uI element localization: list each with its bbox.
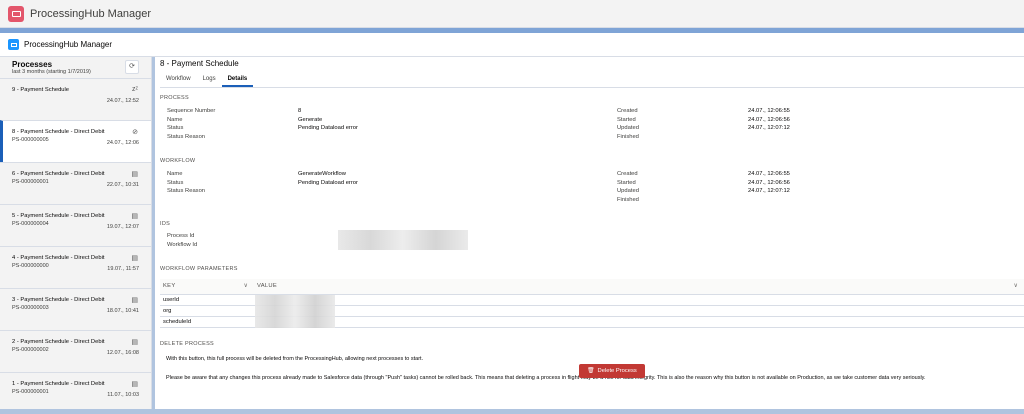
field-label: Sequence Number [167,108,216,114]
process-id-label: Process Id [167,233,195,239]
field-label: Status [167,125,184,132]
field-value: Pending Dataload error [298,179,358,186]
app-header: ProcessingHub Manager [0,33,1024,57]
param-key: scheduleId [160,316,254,328]
list-item[interactable]: 5 - Payment Schedule - Direct Debit PS-0… [0,204,151,246]
field-label: Status Reason [167,134,206,141]
field-label: Name [167,116,183,123]
item-title: 3 - Payment Schedule - Direct Debit [12,297,105,303]
list-item[interactable]: 9 - Payment Schedule 24.07., 12:52 zᶻ [0,78,151,120]
refresh-button[interactable]: ⟳ [125,60,139,74]
field-value: Generate [298,116,323,123]
document-icon: ▤ [131,381,138,388]
item-date: 24.07., 12:52 [106,98,139,104]
delete-heading: DELETE PROCESS [160,341,215,347]
field-label: Name [167,171,183,177]
item-title: 8 - Payment Schedule - Direct Debit [12,129,105,135]
delete-info-text: With this button, this full process will… [166,356,424,362]
document-icon: ▤ [131,255,138,262]
item-title: 1 - Payment Schedule - Direct Debit [12,381,105,387]
redacted-ids [338,230,468,250]
ids-heading: IDS [160,221,171,227]
time-value: 24.07., 12:06:56 [748,179,790,186]
item-date: 22.07., 10:31 [106,182,139,188]
time-value: 24.07., 12:06:55 [748,171,790,177]
list-item[interactable]: 4 - Payment Schedule - Direct Debit PS-0… [0,246,151,288]
item-title: 2 - Payment Schedule - Direct Debit [12,339,105,345]
tab-details[interactable]: Details [221,72,254,87]
workflow-id-label: Workflow Id [167,241,198,248]
item-date: 19.07., 12:07 [106,224,139,230]
list-item[interactable]: 2 - Payment Schedule - Direct Debit PS-0… [0,330,151,372]
sleep-icon: zᶻ [131,86,138,93]
document-icon: ▤ [131,297,138,304]
app-small-icon [8,39,19,50]
field-label: Status [167,179,184,186]
document-icon: ▤ [131,171,138,178]
value-column-header[interactable]: VALUE ∨ [254,279,1024,295]
app-monitor-icon [8,5,24,22]
time-value: 24.07., 12:07:12 [748,125,790,132]
field-label: Status Reason [167,188,206,195]
item-date: 19.07., 11:57 [107,266,139,272]
chevron-down-icon: ∨ [243,283,248,290]
time-label: Started [617,116,636,123]
field-value: Pending Dataload error [298,125,358,132]
field-value: GenerateWorkflow [298,171,346,177]
time-label: Finished [617,134,639,141]
delete-process-button[interactable]: 🗑 Delete Process [579,364,645,378]
page-title: 8 - Payment Schedule [160,59,239,68]
item-title: 9 - Payment Schedule [12,87,70,93]
item-date: 18.07., 10:41 [106,308,139,314]
field-value: 8 [298,108,302,114]
key-column-header[interactable]: KEY ∨ [160,279,254,295]
sidebar-header: Processes last 3 months (starting 1/7/20… [0,57,151,78]
list-item[interactable]: 6 - Payment Schedule - Direct Debit PS-0… [0,162,151,204]
tab-bar: Workflow Logs Details [160,72,1024,88]
param-key: org [160,305,254,317]
list-item[interactable]: 1 - Payment Schedule - Direct Debit PS-0… [0,372,151,414]
workflow-heading: WORKFLOW [160,158,196,164]
item-date: 11.07., 10:03 [107,392,139,398]
time-label: Updated [617,188,639,195]
time-value: 24.07., 12:07:12 [748,188,790,195]
refresh-icon: ⟳ [129,63,135,70]
item-title: 5 - Payment Schedule - Direct Debit [12,213,105,219]
item-date: 12.07., 16:08 [106,350,139,356]
app-title: ProcessingHub Manager [30,7,152,20]
item-title: 4 - Payment Schedule - Direct Debit [12,255,105,261]
process-heading: PROCESS [160,95,189,101]
param-key: userId [160,294,254,306]
process-sidebar: Processes last 3 months (starting 1/7/20… [0,57,152,409]
time-value: 24.07., 12:06:55 [748,108,790,114]
trash-icon: 🗑 [587,368,595,374]
app-subtitle: ProcessingHub Manager [24,40,113,49]
time-label: Started [617,179,636,186]
document-icon: ▤ [131,339,138,346]
list-item[interactable]: 8 - Payment Schedule - Direct Debit PS-0… [0,120,151,162]
time-label: Updated [617,125,639,132]
time-label: Created [617,108,638,114]
params-heading: WORKFLOW PARAMETERS [160,266,238,272]
main-panel: 8 - Payment Schedule Workflow Logs Detai… [155,57,1024,409]
redacted-values [255,295,335,328]
tab-logs[interactable]: Logs [197,72,222,87]
chevron-down-icon: ∨ [1013,283,1018,290]
list-item[interactable]: 3 - Payment Schedule - Direct Debit PS-0… [0,288,151,330]
tab-workflow[interactable]: Workflow [160,72,197,87]
item-title: 6 - Payment Schedule - Direct Debit [12,171,105,177]
top-bar: ProcessingHub Manager [0,0,1024,28]
cancel-icon: ⊘ [132,129,138,136]
time-label: Finished [617,197,639,204]
time-value: 24.07., 12:06:56 [748,116,790,123]
delete-warning-text: Please be aware that any changes this pr… [166,375,926,381]
time-label: Created [617,171,638,177]
document-icon: ▤ [131,213,138,220]
item-date: 24.07., 12:06 [106,140,139,146]
